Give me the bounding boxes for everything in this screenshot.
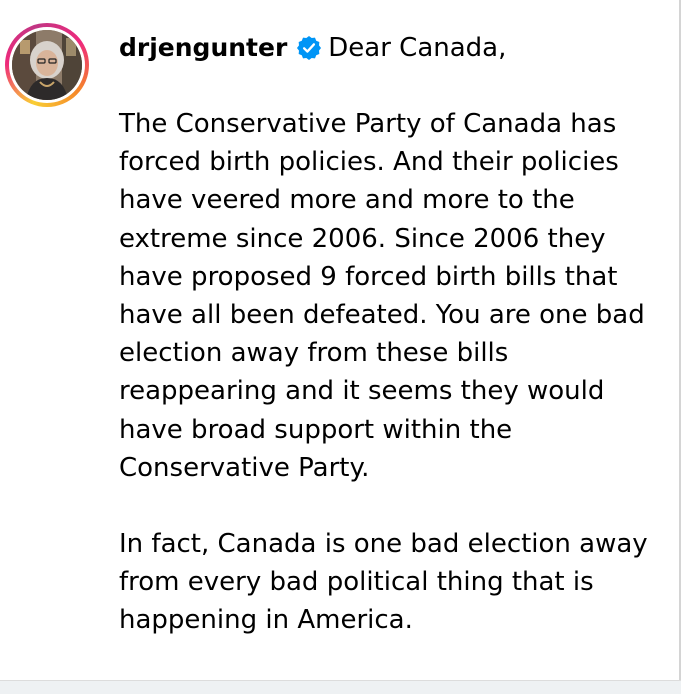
verified-badge-icon [296,35,322,61]
caption-greeting: Dear Canada, [328,32,507,63]
instagram-post-caption: drjengunter Dear Canada, The Conservativ… [0,0,681,694]
footer-strip [0,680,681,694]
avatar-image [12,30,82,100]
username-link[interactable]: drjengunter [119,29,287,67]
caption-paragraph-1: The Conservative Party of Canada has for… [119,109,645,483]
avatar-gap [9,27,85,103]
story-ring[interactable] [5,23,89,107]
caption-header: drjengunter Dear Canada, [119,29,664,67]
caption-paragraph-2: In fact, Canada is one bad election away… [119,529,648,636]
post-caption: drjengunter Dear Canada, The Conservativ… [119,29,664,640]
avatar[interactable] [12,30,82,100]
